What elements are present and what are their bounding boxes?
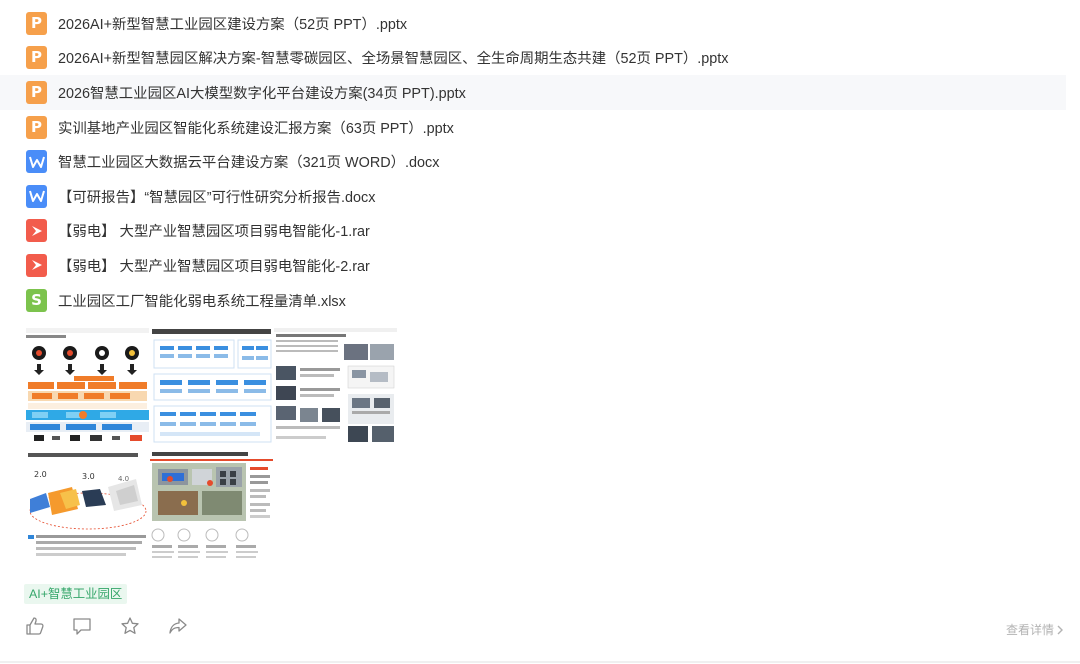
file-name[interactable]: 【弱电】 大型产业智慧园区项目弱电智能化-1.rar	[58, 220, 370, 241]
ppt-file-icon: P	[26, 115, 47, 139]
view-details-label: 查看详情	[1005, 623, 1054, 637]
word-file-icon	[26, 150, 47, 174]
ppt-file-icon: P	[26, 46, 47, 70]
file-name[interactable]: 2026AI+新型智慧园区解决方案-智慧零碳园区、全场景智慧园区、全生命周期生态…	[58, 47, 728, 68]
file-item[interactable]: P 2026AI+新型智慧工业园区建设方案（52页 PPT）.pptx	[0, 6, 1080, 41]
attachment-list: P 2026AI+新型智慧工业园区建设方案（52页 PPT）.pptx P 20…	[0, 6, 1080, 317]
pdf-file-icon	[26, 219, 47, 243]
file-item[interactable]: P 实训基地产业园区智能化系统建设汇报方案（63页 PPT）.pptx	[0, 110, 1080, 145]
word-file-icon	[26, 184, 47, 208]
share-icon[interactable]	[167, 615, 189, 637]
file-name[interactable]: 智慧工业园区大数据云平台建设方案（321页 WORD）.docx	[58, 151, 439, 172]
slide-thumbnail[interactable]	[150, 326, 273, 446]
slide-thumbnail[interactable]: 2.0 3.0 4.0	[26, 449, 149, 571]
file-item[interactable]: P 2026智慧工业园区AI大模型数字化平台建设方案(34页 PPT).pptx	[0, 75, 1066, 110]
file-name[interactable]: 【弱电】 大型产业智慧园区项目弱电智能化-2.rar	[58, 255, 370, 276]
file-item[interactable]: 智慧工业园区大数据云平台建设方案（321页 WORD）.docx	[0, 144, 1080, 179]
star-icon[interactable]	[119, 615, 141, 637]
ppt-file-icon: P	[26, 11, 47, 35]
slide-thumbnail[interactable]	[274, 326, 397, 446]
ppt-file-icon: P	[26, 80, 47, 104]
topic-tag[interactable]: AI+智慧工业园区	[24, 584, 128, 604]
excel-file-icon: S	[26, 288, 47, 312]
divider	[0, 661, 1080, 663]
file-item[interactable]: 【弱电】 大型产业智慧园区项目弱电智能化-1.rar	[0, 214, 1080, 249]
file-name[interactable]: 工业园区工厂智能化弱电系统工程量清单.xlsx	[58, 290, 346, 311]
file-item[interactable]: S 工业园区工厂智能化弱电系统工程量清单.xlsx	[0, 283, 1080, 318]
file-item[interactable]: 【弱电】 大型产业智慧园区项目弱电智能化-2.rar	[0, 248, 1080, 283]
pdf-file-icon	[26, 253, 47, 277]
file-name[interactable]: 实训基地产业园区智能化系统建设汇报方案（63页 PPT）.pptx	[58, 117, 454, 138]
slide-thumbnail-art	[150, 449, 273, 571]
comment-icon[interactable]	[71, 615, 93, 637]
slide-thumbnail[interactable]	[150, 449, 273, 571]
chip-label: 2.0	[34, 470, 47, 479]
thumbs-up-icon[interactable]	[24, 615, 46, 637]
slide-thumbnail-art	[150, 326, 273, 446]
chevron-right-icon	[1057, 625, 1063, 635]
slide-thumbnail-art	[274, 326, 397, 446]
view-details-link[interactable]: 查看详情	[1006, 621, 1064, 638]
slide-thumbnail-art	[26, 326, 149, 446]
chip-label: 3.0	[82, 472, 95, 481]
file-name[interactable]: 【可研报告】“智慧园区”可行性研究分析报告.docx	[58, 186, 375, 207]
file-name[interactable]: 2026AI+新型智慧工业园区建设方案（52页 PPT）.pptx	[58, 13, 407, 34]
file-name[interactable]: 2026智慧工业园区AI大模型数字化平台建设方案(34页 PPT).pptx	[58, 82, 466, 103]
file-item[interactable]: 【可研报告】“智慧园区”可行性研究分析报告.docx	[0, 179, 1080, 214]
file-item[interactable]: P 2026AI+新型智慧园区解决方案-智慧零碳园区、全场景智慧园区、全生命周期…	[0, 41, 1080, 76]
slide-thumbnail[interactable]	[26, 326, 149, 446]
slide-thumbnail-art: 2.0 3.0 4.0	[26, 449, 149, 571]
